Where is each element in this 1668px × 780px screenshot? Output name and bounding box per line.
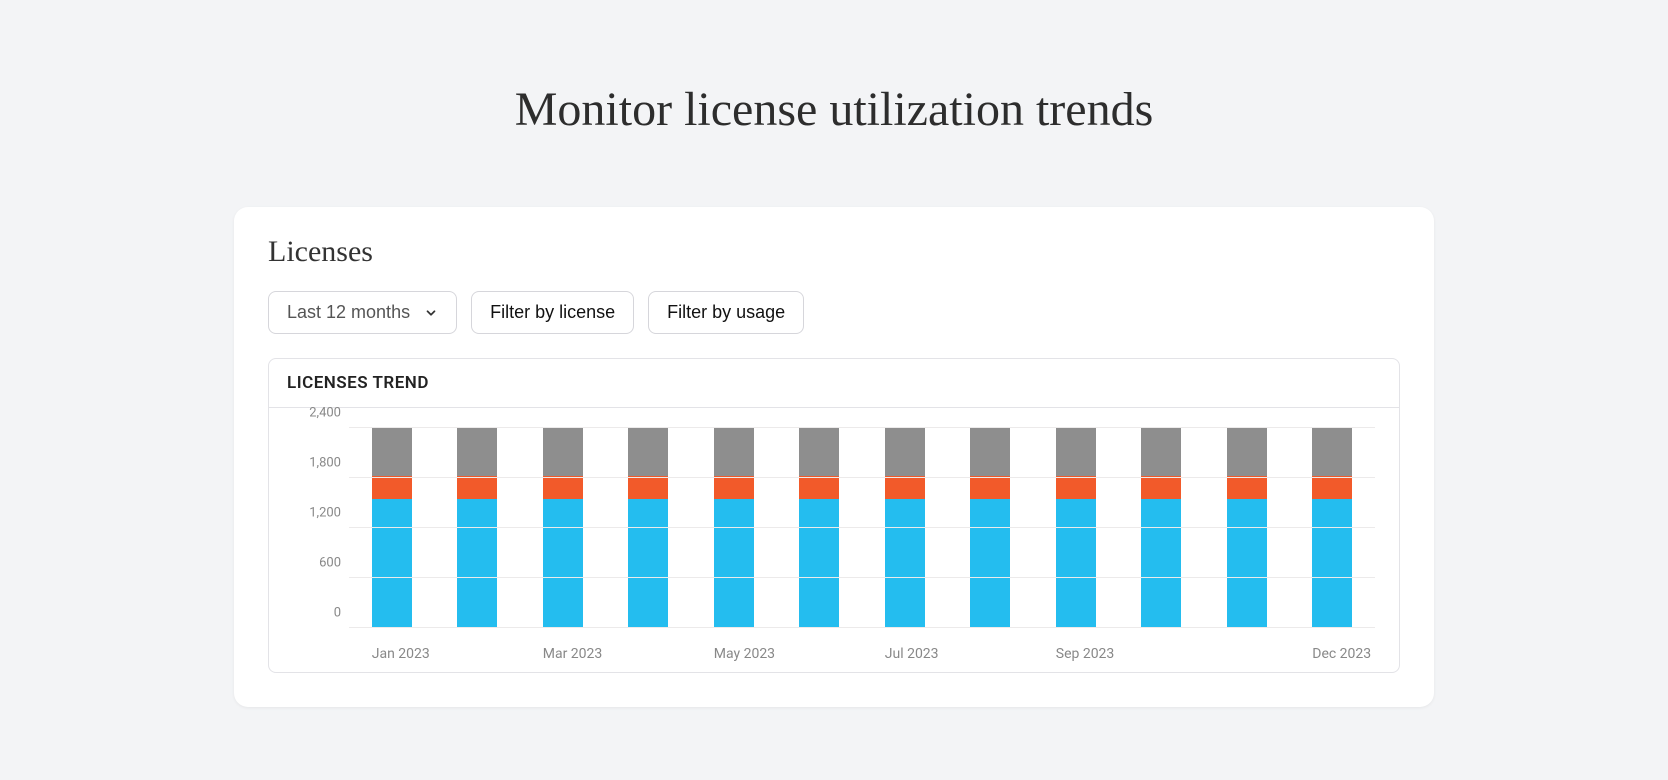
chart-bar-segment	[1227, 476, 1267, 499]
chart-bar-segment	[628, 428, 668, 476]
chart-bar-segment	[885, 499, 925, 628]
chart-bar	[714, 428, 754, 628]
chart-bar	[457, 428, 497, 628]
chart-bar	[628, 428, 668, 628]
chart-xtick: Jan 2023	[372, 646, 412, 662]
chart-bar-segment	[457, 499, 497, 628]
controls-row: Last 12 months Filter by license Filter …	[268, 291, 1400, 334]
chart-bar	[799, 428, 839, 628]
chart-bar-segment	[372, 499, 412, 628]
chart-bar-segment	[628, 499, 668, 628]
chart-bar-segment	[799, 428, 839, 476]
chart-xtick: May 2023	[714, 646, 754, 662]
chart-bar	[1141, 428, 1181, 628]
chart-grid	[349, 428, 1375, 628]
chart-bar-segment	[1141, 499, 1181, 628]
chart-bar-segment	[1312, 428, 1352, 476]
filter-by-license-label: Filter by license	[490, 302, 615, 323]
chart-bar-segment	[628, 476, 668, 499]
chart-ytick: 1,800	[309, 456, 341, 471]
chart-bar-segment	[372, 428, 412, 476]
chart-bar	[372, 428, 412, 628]
chart-ytick: 0	[334, 606, 341, 621]
filter-by-usage-button[interactable]: Filter by usage	[648, 291, 804, 334]
chart-bar-segment	[1056, 428, 1096, 476]
chart-bar-segment	[970, 428, 1010, 476]
licenses-card: Licenses Last 12 months Filter by licens…	[234, 207, 1434, 707]
chart-bar-segment	[885, 428, 925, 476]
page-title: Monitor license utilization trends	[515, 82, 1154, 137]
chevron-down-icon	[424, 306, 438, 320]
chart-bar	[1227, 428, 1267, 628]
chart-bar-segment	[543, 499, 583, 628]
chart-bar-segment	[1227, 499, 1267, 628]
chart-body: 0 600 1,200 1,800 2,400 Jan 2023 Mar 2023 May …	[269, 408, 1399, 672]
chart-bar	[970, 428, 1010, 628]
chart-xtick	[970, 646, 1010, 662]
chart-gridline	[349, 577, 1375, 578]
chart-bar-segment	[970, 476, 1010, 499]
chart-bar	[543, 428, 583, 628]
chart-bar	[1056, 428, 1096, 628]
chart-bars	[349, 428, 1375, 628]
chart-ytick: 600	[319, 556, 341, 571]
page-container: Monitor license utilization trends Licen…	[20, 20, 1648, 760]
chart-bar-segment	[543, 428, 583, 476]
chart-ytick: 2,400	[309, 406, 341, 421]
chart-bar-segment	[799, 476, 839, 499]
chart-container: LICENSES TREND 0 600 1,200 1,800 2,400 Jan 2…	[268, 358, 1400, 673]
chart-bar-segment	[543, 476, 583, 499]
chart-bar-segment	[1141, 428, 1181, 476]
chart-xaxis: Jan 2023 Mar 2023 May 2023 Jul 2023 Sep 2023…	[349, 628, 1375, 662]
chart-bar-segment	[714, 428, 754, 476]
chart-xtick	[1227, 646, 1267, 662]
chart-gridline	[349, 527, 1375, 528]
chart-xtick	[1141, 646, 1181, 662]
chart-gridline	[349, 477, 1375, 478]
chart-xtick	[628, 646, 668, 662]
date-range-dropdown[interactable]: Last 12 months	[268, 291, 457, 334]
chart-bar-segment	[1056, 499, 1096, 628]
chart-bar-segment	[714, 476, 754, 499]
card-title: Licenses	[268, 235, 1400, 269]
chart-ytick: 1,200	[309, 506, 341, 521]
chart-bar	[1312, 428, 1352, 628]
chart-gridline	[349, 427, 1375, 428]
chart-bar-segment	[1056, 476, 1096, 499]
date-range-label: Last 12 months	[287, 302, 410, 323]
chart-bar	[885, 428, 925, 628]
filter-by-usage-label: Filter by usage	[667, 302, 785, 323]
chart-xtick: Mar 2023	[543, 646, 583, 662]
chart-bar-segment	[970, 499, 1010, 628]
chart-bar-segment	[1227, 428, 1267, 476]
chart-plot: 06001,2001,8002,400	[293, 428, 1375, 628]
chart-bar-segment	[799, 499, 839, 628]
chart-title: LICENSES TREND	[269, 359, 1399, 408]
chart-bar-segment	[1141, 476, 1181, 499]
chart-xtick: Sep 2023	[1056, 646, 1096, 662]
filter-by-license-button[interactable]: Filter by license	[471, 291, 634, 334]
chart-xtick	[799, 646, 839, 662]
chart-xtick: Jul 2023	[885, 646, 925, 662]
chart-bar-segment	[885, 476, 925, 499]
chart-yaxis: 06001,2001,8002,400	[293, 428, 349, 628]
chart-bar-segment	[1312, 499, 1352, 628]
chart-bar-segment	[372, 476, 412, 499]
chart-gridline	[349, 627, 1375, 628]
chart-bar-segment	[714, 499, 754, 628]
chart-bar-segment	[457, 476, 497, 499]
chart-bar-segment	[1312, 476, 1352, 499]
chart-bar-segment	[457, 428, 497, 476]
chart-xtick: Dec 2023	[1312, 646, 1352, 662]
chart-xtick	[457, 646, 497, 662]
